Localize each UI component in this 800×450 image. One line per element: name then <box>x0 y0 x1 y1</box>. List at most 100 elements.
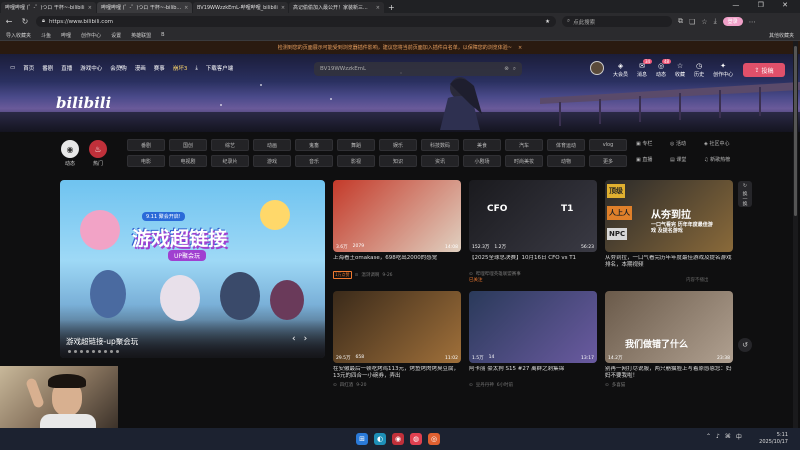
browser-search-box[interactable]: ⌕ 点此搜索 <box>562 16 672 27</box>
tab-close-icon[interactable]: × <box>281 5 285 11</box>
upload-button[interactable]: ⇪ 投稿 <box>743 63 785 77</box>
side-link-live[interactable]: ▣ 直播 <box>636 156 668 163</box>
downloads-icon[interactable]: ⤓ <box>714 17 717 26</box>
carousel-dot[interactable] <box>68 350 71 353</box>
window-controls[interactable]: — ❐ ✕ <box>732 1 796 9</box>
video-title[interactable]: 从夯到拉，一口气看完历年年度最佳游戏及提名游戏排名，本期视频 <box>605 255 733 269</box>
menu-icon[interactable]: ⋯ <box>749 18 756 26</box>
hot-entry[interactable]: ♨ 热门 <box>88 140 108 167</box>
channel-chip[interactable]: 汽车 <box>505 139 543 151</box>
nav-honkai3[interactable]: 崩坏3 <box>173 64 188 72</box>
video-card[interactable]: 顶级 人上人 NPC 从夯到拉 一口气看完 历年年度最佳游戏 及提名游戏 从夯到拉，一口气… <box>605 180 733 271</box>
windows-start-icon[interactable]: ⊞ <box>356 433 368 445</box>
network-icon[interactable]: ⌘ <box>725 433 731 440</box>
clear-icon[interactable]: ⊗ <box>504 66 509 72</box>
taskbar-clock[interactable]: 5:11 2025/10/17 <box>754 432 788 446</box>
collections-icon[interactable]: ❏ <box>689 18 695 26</box>
carousel-dot[interactable] <box>110 350 113 353</box>
tab-close-icon[interactable]: × <box>184 5 188 11</box>
reload-icon[interactable]: ↻ <box>20 17 30 26</box>
browser-tab-active[interactable]: 哔哩哔哩 (゜-゜)つロ 干杯~-bilib... × <box>97 2 192 13</box>
video-author[interactable]: 哔哩哔哩英雄联盟赛事 <box>476 271 521 277</box>
tab-close-icon[interactable]: × <box>376 5 380 11</box>
channel-chip[interactable]: 小剧场 <box>463 155 501 167</box>
video-title[interactable]: 阿卡丽 豪太狗 S15 #27 离群之刺集锦 <box>469 366 597 380</box>
channel-chip[interactable]: 资讯 <box>421 155 459 167</box>
carousel-dot[interactable] <box>104 350 107 353</box>
app-icon[interactable]: ◍ <box>410 433 422 445</box>
video-card[interactable]: 我们做错了什么 14.2万 23:38 别再一网打尽说服，两只崩猫脸上写着原感恩您：妈… <box>605 291 733 388</box>
not-interested-label[interactable]: 内容不播出 <box>686 277 709 283</box>
carousel-dot[interactable] <box>80 350 83 353</box>
browser-tab[interactable]: BV19WWzzkEmL-哔哩哔哩_bilibili × <box>193 2 288 13</box>
channel-chip[interactable]: 时尚美妆 <box>505 155 543 167</box>
channel-chip[interactable]: 鬼畜 <box>295 139 333 151</box>
channel-chip[interactable]: 国创 <box>169 139 207 151</box>
app-icon[interactable]: ◎ <box>428 433 440 445</box>
nav-manga[interactable]: 漫画 <box>135 64 146 72</box>
channel-chip[interactable]: 影视 <box>337 155 375 167</box>
browser-login-button[interactable]: 登录 <box>722 17 743 26</box>
channel-chip[interactable]: 体育运动 <box>547 139 585 151</box>
video-title[interactable]: 别再一网打尽说服，两只崩猫脸上写着原感恩您：妈妈不要我啦！ <box>605 366 733 380</box>
channel-chip[interactable]: 音乐 <box>295 155 333 167</box>
bookmark-item[interactable]: 设置 <box>111 32 121 39</box>
tab-close-icon[interactable]: × <box>88 5 92 11</box>
user-avatar[interactable] <box>590 61 604 75</box>
channel-chip[interactable]: 动画 <box>253 139 291 151</box>
search-icon[interactable]: ⌕ <box>513 66 516 73</box>
video-author[interactable]: 四红酒 <box>340 382 354 388</box>
side-link-class[interactable]: ▤ 课堂 <box>670 156 702 163</box>
video-title[interactable]: 上海看王omakase，698吃出2000的感觉 <box>333 255 461 269</box>
video-title[interactable]: 【2025全球总决赛】10月16日 CFO vs T1 <box>469 255 597 269</box>
volume-icon[interactable]: ♪ <box>716 433 720 440</box>
nav-live[interactable]: 直播 <box>61 64 72 72</box>
side-link-community[interactable]: ◈ 社区中心 <box>704 140 744 147</box>
nav-game-center[interactable]: 游戏中心 <box>80 64 102 72</box>
channel-chip[interactable]: 舞蹈 <box>337 139 375 151</box>
extensions-icon[interactable]: ⧉ <box>678 17 683 26</box>
video-card[interactable]: CFO T1 152.3万 1.2万 56:23 【2025全球总决赛】10月16日 CF… <box>469 180 597 277</box>
bilibili-logo[interactable]: bilibili <box>56 94 111 112</box>
app-icon[interactable]: ◉ <box>392 433 404 445</box>
video-author[interactable]: 多喜猫 <box>612 382 626 388</box>
page-scrollbar-thumb[interactable] <box>794 46 797 216</box>
channel-chip[interactable]: 电视剧 <box>169 155 207 167</box>
nav-download-client[interactable]: 下载客户端 <box>206 64 234 72</box>
video-thumbnail[interactable]: 1.5万 14 13:17 <box>469 291 597 363</box>
nav-message[interactable]: ✉ 34 消息 <box>637 59 653 78</box>
bookmark-item[interactable]: 导入收藏夹 <box>6 32 31 39</box>
video-thumbnail[interactable]: 3.6万 2079 14:08 <box>333 180 461 252</box>
nav-anime[interactable]: 番剧 <box>42 64 53 72</box>
channel-chip[interactable]: 娱乐 <box>379 139 417 151</box>
video-card[interactable]: 3.6万 2079 14:08 上海看王omakase，698吃出2000的感觉 1万点… <box>333 180 461 279</box>
side-link-column[interactable]: ▣ 专栏 <box>636 140 668 147</box>
channel-chip[interactable]: 知识 <box>379 155 417 167</box>
nav-creator-center[interactable]: ✦ 创作中心 <box>713 62 733 78</box>
chevron-up-icon[interactable]: ⌃ <box>706 433 711 440</box>
nav-vip-shop[interactable]: 会员购 <box>110 64 127 72</box>
new-tab-button[interactable]: + <box>388 3 395 12</box>
site-search-input[interactable]: BV19WWzzkEmL ⊗ ⌕ <box>314 62 522 76</box>
browser-tab[interactable]: 高记偷偷加入最公开！家装新三... × <box>289 2 384 13</box>
star-icon[interactable]: ★ <box>545 19 550 25</box>
bookmark-item[interactable]: 英雄联盟 <box>131 32 151 39</box>
prev-arrow-icon[interactable]: ‹ <box>292 334 304 344</box>
dynamic-entry[interactable]: ◉ 动态 <box>60 140 80 167</box>
input-method-icon[interactable]: 中 <box>736 432 742 441</box>
nav-vip[interactable]: ◈ 大会员 <box>613 62 628 78</box>
bookmark-item[interactable]: B <box>161 32 164 38</box>
browser-tab[interactable]: 哔哩哔哩 (゜-゜)つロ 干杯~-bilibili × <box>1 2 96 13</box>
video-author[interactable]: 温浏调啊 <box>361 272 379 278</box>
refresh-button[interactable]: ↻ 换一换 <box>738 181 752 207</box>
video-thumbnail[interactable]: CFO T1 152.3万 1.2万 56:23 <box>469 180 597 252</box>
channel-chip[interactable]: 电影 <box>127 155 165 167</box>
next-arrow-icon[interactable]: › <box>304 334 316 344</box>
channel-chip[interactable]: 动物 <box>547 155 585 167</box>
back-top-button[interactable]: ↺ <box>738 338 752 352</box>
video-author[interactable]: 豆丹丹神 <box>476 382 494 388</box>
other-bookmarks[interactable]: 其他收藏夹 <box>769 32 794 39</box>
bookmark-item[interactable]: 创作中心 <box>81 32 101 39</box>
channel-chip[interactable]: 番剧 <box>127 139 165 151</box>
bookmark-item[interactable]: 斗鱼 <box>41 32 51 39</box>
